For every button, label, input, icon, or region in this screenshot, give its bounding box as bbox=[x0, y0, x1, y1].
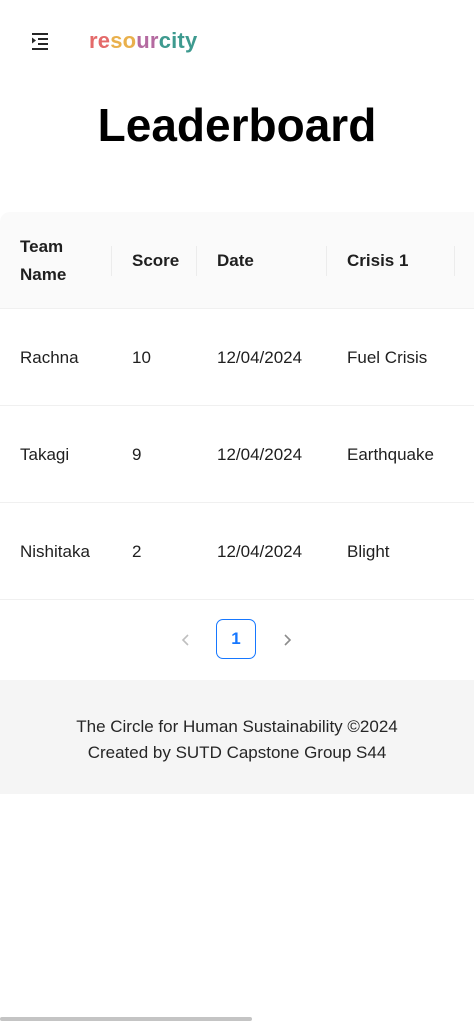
cell-team-name: Takagi bbox=[20, 444, 70, 464]
resourcity-logo[interactable]: resourcity bbox=[89, 28, 197, 54]
table-row: Rachna 10 12/04/2024 Fuel Crisis bbox=[0, 309, 474, 406]
footer-copyright: The Circle for Human Sustainability ©202… bbox=[76, 717, 398, 736]
top-header: resourcity bbox=[0, 0, 474, 84]
cell-crisis-1: Fuel Crisis bbox=[347, 347, 428, 367]
menu-unfold-icon[interactable] bbox=[28, 30, 52, 52]
column-header-team-name[interactable]: Team Name bbox=[20, 212, 112, 309]
column-header-date[interactable]: Date bbox=[217, 212, 327, 309]
chevron-right-icon[interactable] bbox=[276, 629, 298, 651]
column-divider bbox=[454, 246, 455, 276]
table-row: Nishitaka 2 12/04/2024 Blight bbox=[0, 503, 474, 600]
cell-crisis-1: Blight bbox=[347, 541, 390, 561]
column-header-score[interactable]: Score bbox=[132, 212, 196, 309]
pagination: 1 bbox=[0, 619, 474, 661]
leaderboard-table: Team Name Score Date Crisis 1 Rachna 10 … bbox=[0, 212, 474, 600]
cell-score: 9 bbox=[132, 444, 142, 464]
cell-date: 12/04/2024 bbox=[217, 444, 303, 464]
page-1-button[interactable]: 1 bbox=[216, 619, 256, 659]
logo-part-3: ur bbox=[136, 28, 159, 53]
chevron-left-icon[interactable] bbox=[175, 629, 197, 651]
cell-crisis-1: Earthquake bbox=[347, 444, 434, 464]
column-divider bbox=[196, 246, 197, 276]
page-title: Leaderboard bbox=[97, 99, 377, 151]
footer-credits: Created by SUTD Capstone Group S44 bbox=[87, 743, 387, 762]
table-header-row: Team Name Score Date Crisis 1 bbox=[0, 212, 474, 309]
cell-date: 12/04/2024 bbox=[217, 541, 303, 561]
cell-team-name: Nishitaka bbox=[20, 541, 90, 561]
logo-part-1: re bbox=[89, 28, 111, 53]
cell-score: 2 bbox=[132, 541, 142, 561]
column-divider bbox=[326, 246, 327, 276]
column-divider bbox=[111, 246, 112, 276]
table-row: Takagi 9 12/04/2024 Earthquake bbox=[0, 406, 474, 503]
cell-date: 12/04/2024 bbox=[217, 347, 303, 367]
scroll-indicator bbox=[0, 1017, 252, 1021]
logo-part-2: so bbox=[110, 28, 137, 53]
page-footer: The Circle for Human Sustainability ©202… bbox=[0, 680, 474, 794]
cell-score: 10 bbox=[132, 347, 151, 367]
cell-team-name: Rachna bbox=[20, 347, 79, 367]
leaderboard-page: resourcity Leaderboard Team Name Score D… bbox=[0, 0, 474, 1024]
logo-part-4: city bbox=[158, 28, 198, 53]
